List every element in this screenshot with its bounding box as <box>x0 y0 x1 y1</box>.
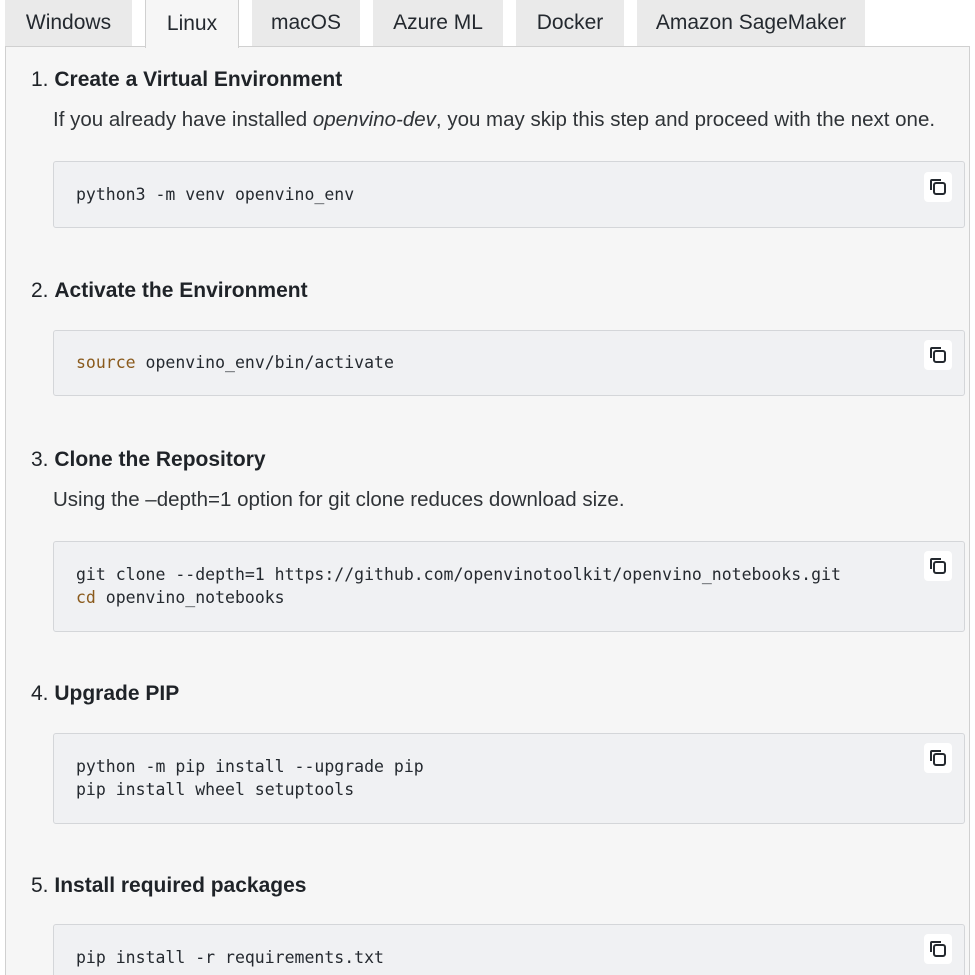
step-4-heading: 4. Upgrade PIP <box>31 682 179 706</box>
step-5-code-block: pip install -r requirements.txt <box>53 924 965 975</box>
code-line: git clone --depth=1 https://github.com/o… <box>76 565 841 584</box>
step-1-desc-text: If you already have installed <box>53 108 313 131</box>
step-3-description: Using the –depth=1 option for git clone … <box>53 488 625 511</box>
copy-icon <box>930 179 946 195</box>
copy-button[interactable] <box>924 172 952 202</box>
step-4-code-block: python -m pip install --upgrade pip pip … <box>53 733 965 824</box>
tab-docker[interactable]: Docker <box>516 0 624 46</box>
step-2-number: 2. <box>31 279 49 302</box>
step-5-heading: 5. Install required packages <box>31 874 306 898</box>
code-line: python3 -m venv openvino_env <box>76 185 355 204</box>
code-line: pip install wheel setuptools <box>76 780 355 799</box>
step-5-title: Install required packages <box>54 874 307 897</box>
os-tab-bar: Windows Linux macOS Azure ML Docker Amaz… <box>0 0 975 48</box>
step-2-title: Activate the Environment <box>54 279 308 302</box>
code-lines: python -m pip install --upgrade pip pip … <box>76 755 424 801</box>
tab-amazon-sagemaker[interactable]: Amazon SageMaker <box>637 0 865 46</box>
step-3-title: Clone the Repository <box>54 448 266 471</box>
copy-button[interactable] <box>924 340 952 370</box>
tab-linux[interactable]: Linux <box>145 0 239 48</box>
step-3-number: 3. <box>31 448 49 471</box>
code-text: openvino_notebooks <box>95 588 285 607</box>
code-lines: git clone --depth=1 https://github.com/o… <box>76 563 841 609</box>
code-text: openvino_env/bin/activate <box>135 353 394 372</box>
copy-icon <box>930 347 946 363</box>
step-1-heading: 1. Create a Virtual Environment <box>31 68 342 92</box>
code-line: source openvino_env/bin/activate <box>76 351 394 374</box>
code-line: pip install -r requirements.txt <box>76 948 384 967</box>
step-4-title: Upgrade PIP <box>54 682 180 705</box>
step-3-code-block: git clone --depth=1 https://github.com/o… <box>53 541 965 632</box>
tab-azure-ml[interactable]: Azure ML <box>373 0 503 46</box>
copy-icon <box>930 558 946 574</box>
copy-icon <box>930 941 946 957</box>
copy-button[interactable] <box>924 743 952 773</box>
code-keyword: cd <box>76 588 96 607</box>
step-1-desc-package: openvino-dev <box>312 108 436 131</box>
step-1-code-block: python3 -m venv openvino_env <box>53 161 965 228</box>
step-1-description: If you already have installed openvino-d… <box>53 108 935 132</box>
tab-macos[interactable]: macOS <box>252 0 360 46</box>
step-1-number: 1. <box>31 68 49 91</box>
code-keyword: source <box>76 353 136 372</box>
code-line: python -m pip install --upgrade pip <box>76 757 424 776</box>
step-1-title: Create a Virtual Environment <box>54 68 343 91</box>
step-5-number: 5. <box>31 874 49 897</box>
step-4-number: 4. <box>31 682 49 705</box>
step-1-desc-text-end: , you may skip this step and proceed wit… <box>435 108 936 131</box>
step-3-heading: 3. Clone the Repository <box>31 448 266 472</box>
copy-icon <box>930 750 946 766</box>
copy-button[interactable] <box>924 934 952 964</box>
step-2-code-block: source openvino_env/bin/activate <box>53 330 965 396</box>
copy-button[interactable] <box>924 551 952 581</box>
step-2-heading: 2. Activate the Environment <box>31 279 308 303</box>
tab-windows[interactable]: Windows <box>5 0 132 46</box>
